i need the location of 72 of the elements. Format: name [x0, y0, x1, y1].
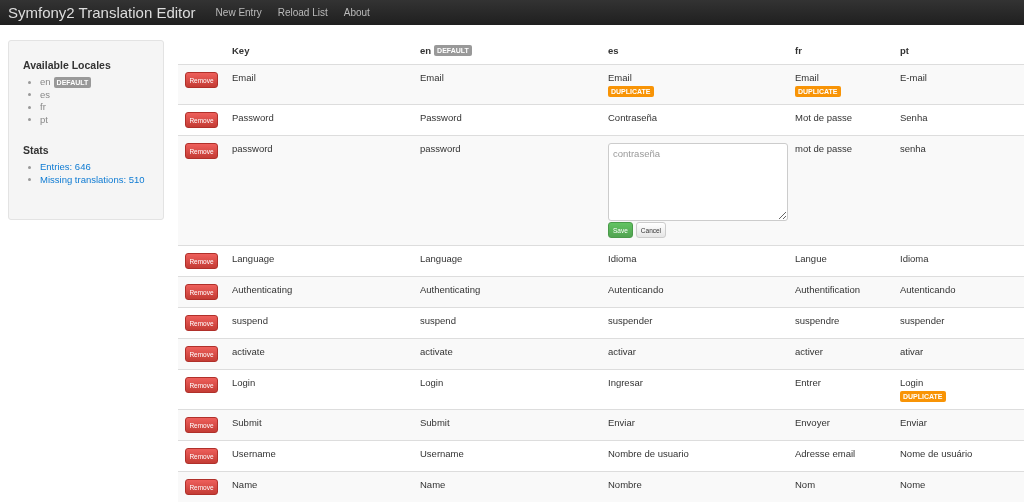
table-cell: Enviar [900, 417, 927, 429]
table-cell: Nome [900, 479, 926, 491]
table-cell: Mot de passe [795, 112, 853, 124]
table-cell: Login [900, 377, 924, 389]
table-cell: Login [232, 377, 256, 389]
sidebar-heading: Stats [23, 144, 50, 156]
table-cell: Senha [900, 112, 928, 124]
table-cell: Envoyer [795, 417, 830, 429]
table-cell: Nome de usuário [900, 448, 973, 460]
table-cell: Password [232, 112, 274, 124]
locale-item: es [40, 88, 51, 101]
column-header: en [420, 45, 432, 56]
nav-link[interactable]: New Entry [215, 7, 262, 18]
table-cell: Submit [420, 417, 450, 429]
table-cell: activate [232, 346, 265, 358]
table-cell: Nombre de usuario [608, 448, 689, 460]
table-cell: Login [420, 377, 444, 389]
nav-link[interactable]: About [343, 7, 370, 18]
table-cell: Langue [795, 253, 827, 265]
table-cell: suspend [232, 315, 268, 327]
table-cell: Nombre [608, 479, 642, 491]
table-cell: Authenticating [420, 284, 481, 296]
table-cell: activar [608, 346, 636, 358]
table-cell: Enviar [608, 417, 635, 429]
table-cell: mot de passe [795, 143, 853, 155]
table-cell: Name [420, 479, 446, 491]
table-cell: Submit [232, 417, 262, 429]
table-cell: activer [795, 346, 823, 358]
table-cell: Authenticating [232, 284, 293, 296]
table-cell: Autenticando [608, 284, 664, 296]
table-cell: suspender [900, 315, 945, 327]
table-cell: password [232, 143, 273, 155]
column-header: Key [232, 45, 250, 56]
table-cell: suspendre [795, 315, 840, 327]
column-header: fr [795, 45, 802, 56]
table-cell: Contraseña [608, 112, 658, 124]
locale-item: en [40, 76, 51, 89]
table-cell: Password [420, 112, 462, 124]
translation-field[interactable]: contraseña [608, 143, 788, 221]
table-cell: suspender [608, 315, 653, 327]
table-cell: Language [420, 253, 463, 265]
table-cell: Username [232, 448, 276, 460]
table-cell: Ingresar [608, 377, 643, 389]
table-cell: E-mail [900, 72, 927, 84]
table-cell: suspend [420, 315, 456, 327]
table-cell: Name [232, 479, 258, 491]
table-cell: Idioma [900, 253, 929, 265]
stats-link[interactable]: Missing translations: 510 [40, 173, 145, 186]
table-cell: Entrer [795, 377, 821, 389]
column-header: pt [900, 45, 909, 56]
table-cell: Email [608, 72, 632, 84]
brand-title[interactable]: Symfony2 Translation Editor [8, 4, 196, 21]
table-cell: Nom [795, 479, 816, 491]
table-cell: Autenticando [900, 284, 956, 296]
table-cell: Language [232, 253, 275, 265]
table-cell: Email [795, 72, 819, 84]
column-header: es [608, 45, 619, 56]
table-cell: Email [420, 72, 444, 84]
table-cell: Email [232, 72, 256, 84]
table-cell: Authentification [795, 284, 860, 296]
locale-item: pt [40, 113, 48, 126]
table-cell: Idioma [608, 253, 637, 265]
table-cell: senha [900, 143, 926, 155]
sidebar-heading: Available Locales [23, 59, 112, 71]
table-cell: password [420, 143, 461, 155]
table-cell: ativar [900, 346, 924, 358]
stats-link[interactable]: Entries: 646 [40, 161, 91, 174]
locale-item: fr [40, 101, 46, 114]
table-cell: Adresse email [795, 448, 856, 460]
nav-link[interactable]: Reload List [277, 7, 328, 18]
table-cell: activate [420, 346, 453, 358]
table-cell: Username [420, 448, 464, 460]
